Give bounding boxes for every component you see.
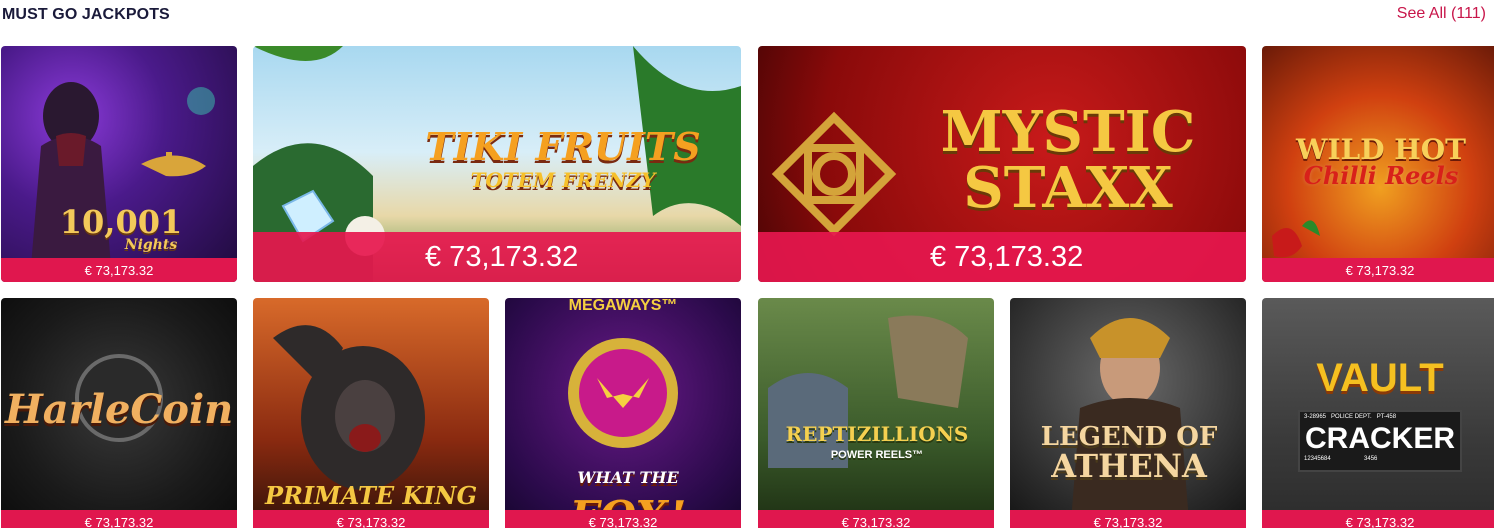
- board-top-line: 3-28965 POLICE DEPT. PT-458: [1304, 414, 1397, 420]
- game-tile-tiki-fruits[interactable]: TIKI FRUITS TOTEM FRENZY € 73,173.32: [253, 46, 741, 282]
- game-title: REPTIZILLIONS: [785, 422, 969, 446]
- game-logo: REPTIZILLIONS POWER REELS™: [774, 424, 980, 461]
- game-logo: TIKI FRUITS TOTEM FRENZY: [413, 128, 713, 192]
- game-logo: WILD HOT Chilli Reels: [1276, 136, 1486, 188]
- see-all-link[interactable]: See All (111): [1397, 5, 1486, 23]
- jackpot-amount: € 73,173.32: [758, 232, 1246, 282]
- police-board: 3-28965 POLICE DEPT. PT-458 CRACKER 1234…: [1298, 410, 1462, 472]
- game-subtitle: POWER REELS™: [830, 449, 924, 461]
- game-tile-legend-of-athena[interactable]: LEGEND OF ATHENA € 73,173.32: [1010, 298, 1246, 528]
- jackpot-amount: € 73,173.32: [1, 510, 237, 528]
- jackpot-amount: € 73,173.32: [1, 258, 237, 282]
- game-logo: MYSTIC STAXX: [928, 104, 1208, 216]
- game-title: PRIMATE KING: [264, 481, 478, 510]
- game-tile-10001-nights[interactable]: 10,001 Nights € 73,173.32: [1, 46, 237, 282]
- game-pretitle: WHAT THE: [577, 468, 679, 487]
- dinosaur-figures: [768, 315, 968, 468]
- megaways-label: MEGAWAYS™: [568, 298, 678, 314]
- jackpot-amount: € 73,173.32: [253, 232, 741, 282]
- game-logo: HarleCoin: [5, 390, 233, 430]
- game-subtitle: TOTEM FRENZY: [470, 168, 656, 192]
- game-tile-mystic-staxx[interactable]: MYSTIC STAXX € 73,173.32: [758, 46, 1246, 282]
- board-bottom-line: 12345684 3456: [1304, 456, 1378, 462]
- game-tile-primate-king[interactable]: PRIMATE KING € 73,173.32: [253, 298, 489, 528]
- jackpot-amount: € 73,173.32: [758, 510, 994, 528]
- game-subtitle: STAXX: [963, 155, 1173, 221]
- game-logo: VAULT: [1292, 358, 1468, 398]
- jackpot-amount: € 73,173.32: [1262, 258, 1494, 282]
- game-logo: 10,001 Nights: [21, 206, 221, 252]
- jackpot-amount: € 73,173.32: [505, 510, 741, 528]
- jackpot-amount: € 73,173.32: [1262, 510, 1494, 528]
- game-tile-harlecoin[interactable]: HarleCoin € 73,173.32: [1, 298, 237, 528]
- athena-figure: [1070, 318, 1190, 528]
- section-title: MUST GO JACKPOTS: [2, 6, 170, 23]
- game-title: TIKI FRUITS: [425, 124, 701, 169]
- board-title: CRACKER: [1305, 422, 1455, 455]
- game-tile-reptizillions[interactable]: REPTIZILLIONS POWER REELS™ € 73,173.32: [758, 298, 994, 528]
- game-title: VAULT: [1316, 356, 1444, 400]
- game-logo-top: MEGAWAYS™: [545, 298, 701, 314]
- section-header: MUST GO JACKPOTS See All (111): [0, 0, 1494, 30]
- jackpot-amount: € 73,173.32: [1010, 510, 1246, 528]
- game-title: 10,001: [59, 203, 183, 241]
- game-tile-vault-cracker[interactable]: VAULT 3-28965 POLICE DEPT. PT-458 CRACKE…: [1262, 298, 1494, 528]
- game-subtitle: Chilli Reels: [1303, 161, 1459, 190]
- jackpot-amount: € 73,173.32: [253, 510, 489, 528]
- game-logo: PRIMATE KING: [259, 484, 483, 508]
- game-tile-what-the-fox[interactable]: MEGAWAYS™ WHAT THE FOX! € 73,173.32: [505, 298, 741, 528]
- game-title: HarleCoin: [5, 386, 234, 433]
- game-logo: LEGEND OF ATHENA: [1024, 418, 1234, 482]
- game-tile-wild-hot-chilli-reels[interactable]: WILD HOT Chilli Reels € 73,173.32: [1262, 46, 1494, 282]
- game-subtitle: ATHENA: [1051, 447, 1207, 485]
